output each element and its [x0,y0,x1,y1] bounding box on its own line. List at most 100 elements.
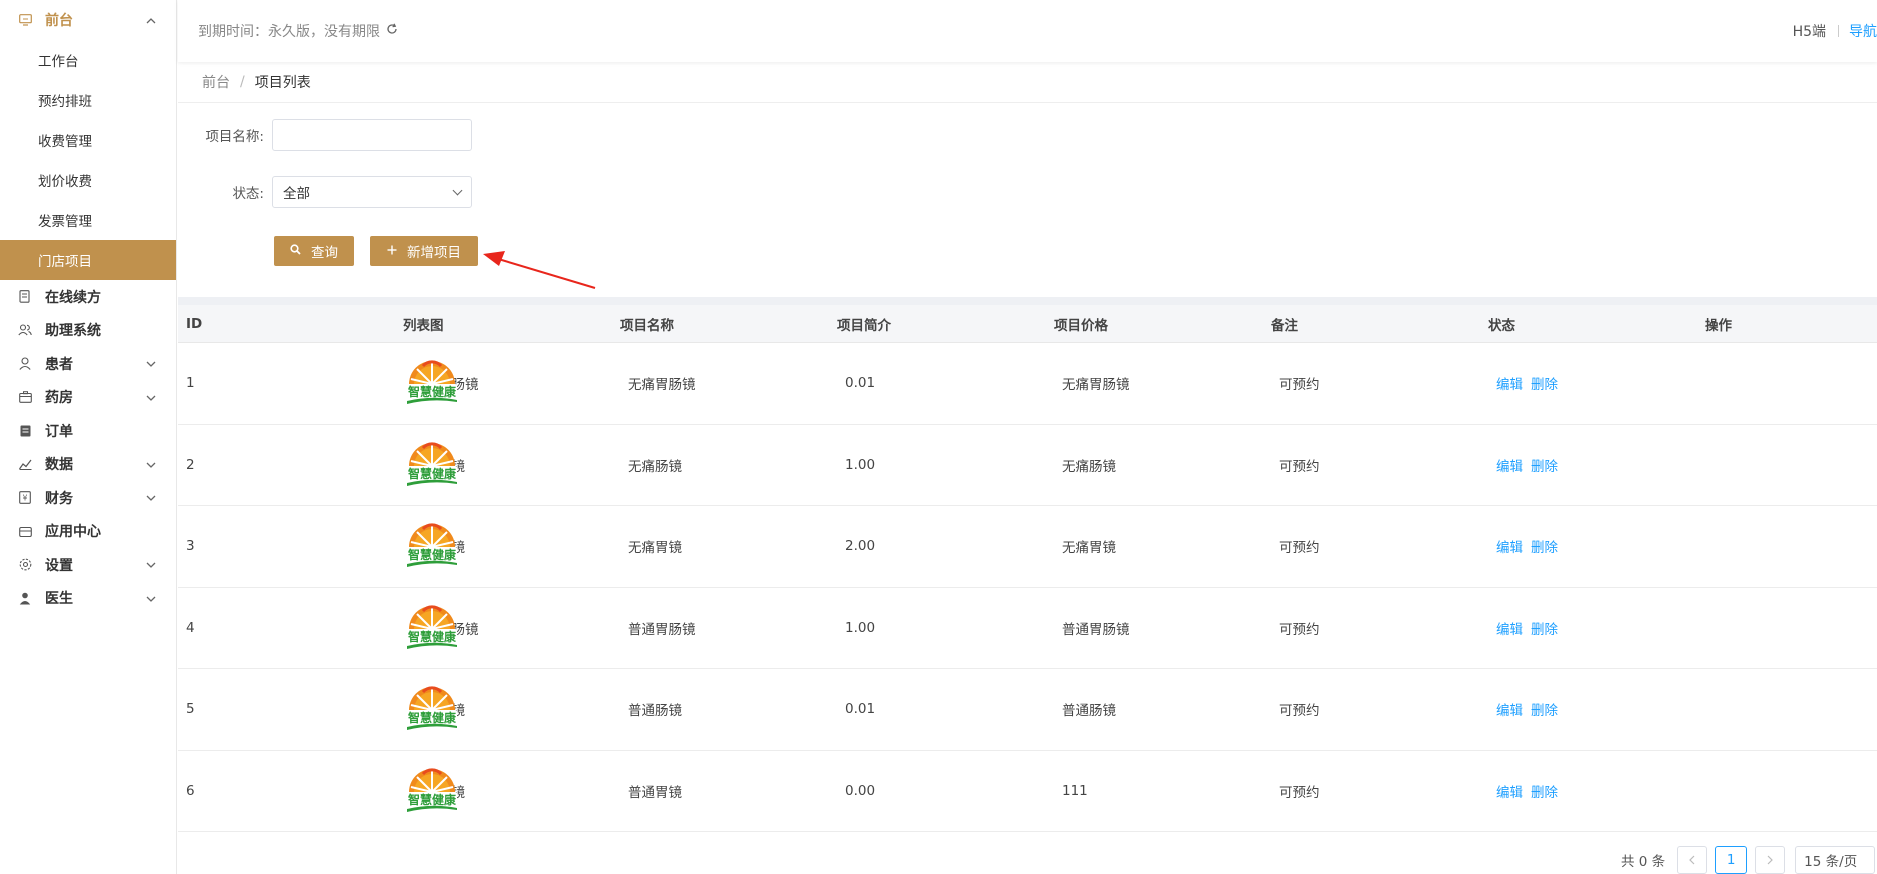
chevron-down-icon [144,357,158,370]
chevron-down-icon [144,592,158,605]
monitor-icon [18,13,32,27]
projects-table: ID列表图项目名称项目简介项目价格备注状态操作 1智慧健康无痛胃肠镜无痛胃肠镜0… [178,305,1877,832]
cell-status: 可预约 [1279,540,1320,557]
chevron-up-icon [144,14,158,27]
delete-link[interactable]: 删除 [1531,540,1558,556]
project-name-input[interactable] [272,119,472,151]
search-icon [290,244,301,258]
cell-project-intro: 普通肠镜 [628,703,682,720]
sidebar-group-gear[interactable]: 设置 [0,548,176,582]
cell-image: 智慧健康 [182,517,457,575]
svg-text:¥: ¥ [23,494,28,503]
delete-link[interactable]: 删除 [1531,703,1558,719]
cell-actions: 编辑 删除 [1488,455,1668,475]
chevron-down-icon [144,491,158,504]
sidebar-group-document[interactable]: 在线续方 [0,280,176,314]
app-icon [18,524,32,538]
pagination: 共 0 条 1 15 条/页 [1621,846,1876,874]
delete-link[interactable]: 删除 [1531,622,1558,638]
edit-link[interactable]: 编辑 [1496,703,1523,719]
cell-note: 111 [1062,782,1088,799]
column-header: 状态 [1488,317,1515,334]
cell-actions: 编辑 删除 [1488,781,1668,801]
project-thumbnail: 智慧健康 [407,523,457,568]
edit-link[interactable]: 编辑 [1496,377,1523,393]
next-page-button[interactable] [1755,846,1786,874]
sidebar-group-finance[interactable]: ¥ 财务 [0,481,176,515]
edit-link[interactable]: 编辑 [1496,459,1523,475]
table-row: 3智慧健康无痛胃镜无痛胃镜2.00无痛胃镜可预约编辑删除 [178,506,1877,588]
page-size-select[interactable]: 15 条/页 [1795,846,1876,874]
sidebar-group-order[interactable]: 订单 [0,414,176,448]
status-select[interactable]: 全部 [272,176,472,208]
cell-note: 无痛肠镜 [1062,458,1116,475]
sidebar-group-label: 助理系统 [45,323,101,340]
edit-link[interactable]: 编辑 [1496,540,1523,556]
pharmacy-icon [18,390,32,404]
sidebar-group-chart[interactable]: 数据 [0,448,176,482]
sidebar-group-label: 应用中心 [45,524,101,541]
edit-link[interactable]: 编辑 [1496,785,1523,801]
sidebar-item-label: 发票管理 [38,214,92,230]
sidebar-group-label: 在线续方 [45,289,101,306]
cell-status: 可预约 [1279,377,1320,394]
chevron-down-icon [144,391,158,404]
refresh-icon[interactable] [386,23,398,39]
column-header: ID [186,315,203,332]
sidebar-group-users[interactable]: 助理系统 [0,314,176,348]
query-button[interactable]: 查询 [274,236,354,266]
total-count: 共 0 条 [1621,854,1666,870]
sidebar-group-label: 前台 [45,13,73,29]
svg-text:智慧健康: 智慧健康 [407,466,457,481]
sidebar-group-app[interactable]: 应用中心 [0,515,176,549]
sidebar-item-store-projects[interactable]: 门店项目 [0,240,176,280]
cell-project-price: 0.01 [845,375,876,392]
cell-project-intro: 普通胃镜 [628,784,682,801]
delete-link[interactable]: 删除 [1531,459,1558,475]
h5-link[interactable]: H5端 [1793,21,1826,41]
nav-link[interactable]: 导航 [1849,21,1877,41]
sidebar-group-pharmacy[interactable]: 药房 [0,381,176,415]
sidebar-group-label: 医生 [45,591,73,608]
cell-image: 智慧健康 [182,599,457,657]
chart-icon [18,457,32,471]
delete-link[interactable]: 删除 [1531,785,1558,801]
sidebar-item-appointment-schedule[interactable]: 预约排班 [0,80,176,120]
cell-image: 智慧健康 [182,354,457,412]
svg-text:智慧健康: 智慧健康 [407,547,457,562]
sidebar-item-workbench[interactable]: 工作台 [0,40,176,80]
cell-status: 可预约 [1279,458,1320,475]
sidebar-group-user[interactable]: 患者 [0,347,176,381]
user-icon [18,357,32,371]
page-number-button[interactable]: 1 [1715,846,1748,874]
filter-status-row: 状态: 全部 [190,176,472,208]
cell-status: 可预约 [1279,703,1320,720]
prev-page-button[interactable] [1677,846,1708,874]
sidebar-group-doctor[interactable]: 医生 [0,582,176,616]
breadcrumb-parent[interactable]: 前台 [202,72,230,92]
cell-project-intro: 无痛肠镜 [628,458,682,475]
edit-link[interactable]: 编辑 [1496,622,1523,638]
delete-link[interactable]: 删除 [1531,377,1558,393]
doctor-icon [18,591,32,605]
svg-text:智慧健康: 智慧健康 [407,629,457,644]
sidebar-item-invoice-management[interactable]: 发票管理 [0,200,176,240]
cell-project-price: 0.01 [845,701,876,718]
sidebar-item-label: 门店项目 [38,254,92,270]
sidebar-item-charge-management[interactable]: 收费管理 [0,120,176,160]
column-header: 操作 [1705,317,1732,334]
cell-note: 普通肠镜 [1062,703,1116,720]
gear-icon [18,558,32,572]
document-icon [18,290,32,304]
cell-project-intro: 普通胃肠镜 [628,621,696,638]
chevron-down-icon [144,458,158,471]
sidebar-group-label: 药房 [45,390,73,407]
sidebar-item-label: 划价收费 [38,174,92,190]
table-row: 6智慧健康普通胃镜普通胃镜0.00111可预约编辑删除 [178,751,1877,832]
top-bar: 到期时间：永久版，没有期限 H5端 导航 [178,0,1877,62]
add-project-button[interactable]: 新增项目 [370,236,478,266]
project-thumbnail: 智慧健康 [407,686,457,731]
query-button-label: 查询 [311,245,338,261]
sidebar-item-pricing-charge[interactable]: 划价收费 [0,160,176,200]
sidebar-group-frontdesk[interactable]: 前台 [0,0,176,40]
